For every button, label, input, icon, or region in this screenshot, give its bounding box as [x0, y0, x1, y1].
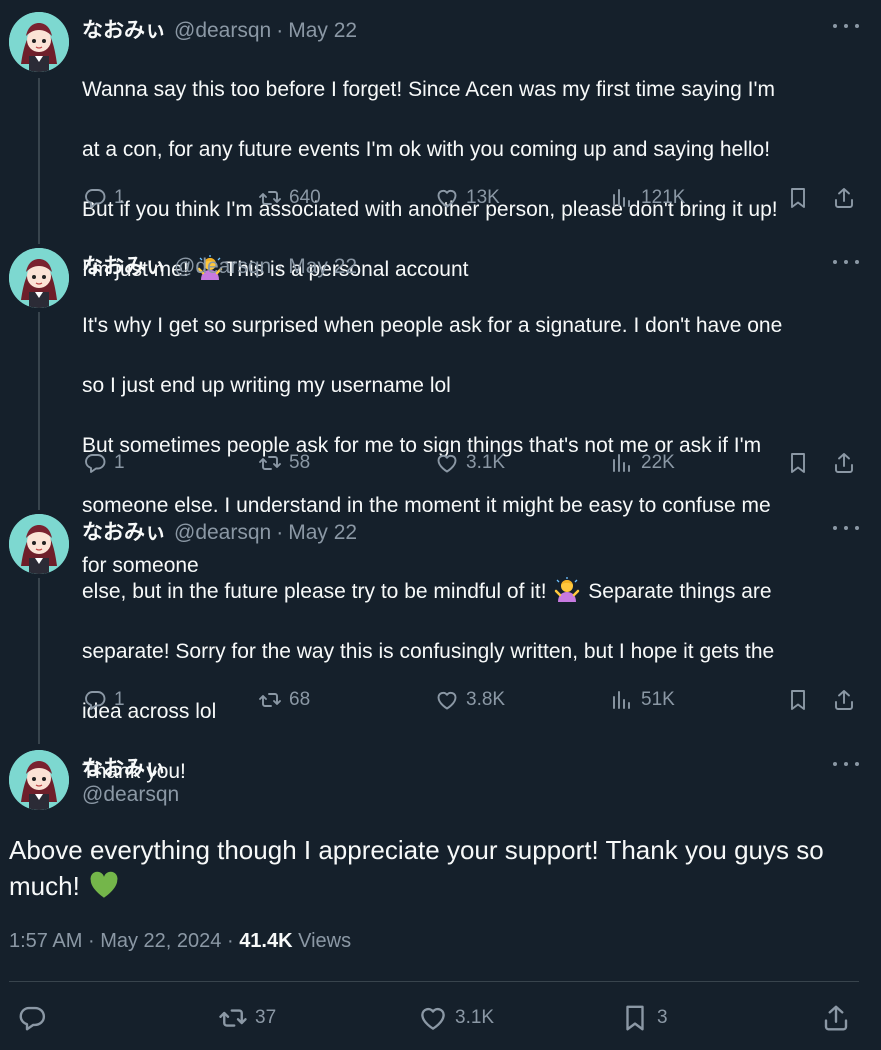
repost-icon — [258, 688, 282, 712]
bookmark-icon — [786, 451, 810, 475]
reply-icon — [17, 1003, 47, 1033]
share-button[interactable] — [821, 1000, 851, 1036]
handle[interactable]: @dearsqn — [174, 521, 271, 545]
tweet-date[interactable]: May 22 — [288, 521, 357, 545]
tweet-actions: 1 58 3.1K 22K — [80, 448, 860, 478]
bookmark-icon — [620, 1003, 650, 1033]
like-button[interactable]: 13K — [435, 183, 500, 213]
display-name[interactable]: なおみぃ — [82, 250, 166, 280]
views-icon — [610, 186, 634, 210]
tweet-actions: 1 68 3.8K 51K — [80, 685, 860, 715]
repost-button[interactable]: 68 — [258, 685, 310, 715]
like-icon — [418, 1003, 448, 1033]
like-button[interactable]: 3.8K — [435, 685, 505, 715]
avatar[interactable] — [9, 248, 69, 308]
avatar[interactable] — [9, 750, 69, 810]
share-icon — [832, 186, 856, 210]
share-button[interactable] — [832, 183, 856, 213]
like-icon — [435, 451, 459, 475]
display-name[interactable]: なおみぃ — [82, 752, 166, 782]
reply-icon — [83, 688, 107, 712]
share-button[interactable] — [832, 448, 856, 478]
tweet-full-date[interactable]: May 22, 2024 — [100, 930, 221, 952]
repost-icon — [258, 451, 282, 475]
bookmark-button[interactable] — [786, 448, 810, 478]
views-button[interactable]: 51K — [610, 685, 675, 715]
handle[interactable]: @dearsqn — [174, 19, 271, 43]
reply-button[interactable]: 1 — [83, 685, 125, 715]
more-icon[interactable] — [833, 754, 859, 774]
repost-button[interactable]: 37 — [218, 1000, 276, 1036]
reply-button[interactable]: 1 — [83, 448, 125, 478]
display-name[interactable]: なおみぃ — [82, 516, 166, 546]
tweet-header: なおみぃ @dearsqn · May 22 — [82, 516, 357, 545]
green-heart-emoji — [89, 870, 119, 900]
avatar[interactable] — [9, 12, 69, 72]
repost-icon — [218, 1003, 248, 1033]
thread-tweet[interactable]: なおみぃ @dearsqn · May 22 It's why I get so… — [0, 236, 881, 577]
thread-tweet[interactable]: なおみぃ @dearsqn · May 22 else, but in the … — [0, 502, 881, 783]
divider — [9, 981, 859, 982]
main-tweet-text: Above everything though I appreciate you… — [9, 835, 824, 901]
share-icon — [832, 688, 856, 712]
separator: · — [276, 255, 284, 278]
tweet-time[interactable]: 1:57 AM — [9, 930, 82, 952]
main-tweet-actions: 37 3.1K 3 — [0, 1000, 881, 1036]
repost-icon — [258, 186, 282, 210]
tweet-header: なおみぃ @dearsqn · May 22 — [82, 14, 357, 43]
views-icon — [610, 451, 634, 475]
tweet-date[interactable]: May 22 — [288, 255, 357, 279]
reply-button[interactable] — [17, 1000, 47, 1036]
reply-button[interactable]: 1 — [83, 183, 125, 213]
views-icon — [610, 688, 634, 712]
thread-tweet[interactable]: なおみぃ @dearsqn · May 22 Wanna say this to… — [0, 0, 881, 281]
handle[interactable]: @dearsqn — [174, 255, 271, 279]
views-button[interactable]: 22K — [610, 448, 675, 478]
tweet-text: else, but in the future please try to be… — [82, 547, 862, 817]
like-button[interactable]: 3.1K — [418, 1000, 494, 1036]
share-icon — [832, 451, 856, 475]
tweet-date[interactable]: May 22 — [288, 19, 357, 43]
tweet-actions: 1 640 13K 121K — [80, 183, 860, 213]
separator: · — [276, 521, 284, 544]
reply-icon — [83, 186, 107, 210]
avatar[interactable] — [9, 514, 69, 574]
bookmark-icon — [786, 688, 810, 712]
like-icon — [435, 688, 459, 712]
person-emoji — [554, 577, 580, 603]
handle[interactable]: @dearsqn — [82, 783, 179, 807]
bookmark-button[interactable] — [786, 183, 810, 213]
like-button[interactable]: 3.1K — [435, 448, 505, 478]
views-button[interactable]: 121K — [610, 183, 685, 213]
repost-button[interactable]: 58 — [258, 448, 310, 478]
share-button[interactable] — [832, 685, 856, 715]
bookmark-button[interactable]: 3 — [620, 1000, 668, 1036]
reply-icon — [83, 451, 107, 475]
separator: · — [276, 19, 284, 42]
more-icon[interactable] — [833, 518, 859, 538]
views-count: 41.4K — [239, 930, 293, 952]
bookmark-button[interactable] — [786, 685, 810, 715]
tweet-meta: 1:57 AM · May 22, 2024 · 41.4K Views — [9, 930, 352, 952]
more-icon[interactable] — [833, 252, 859, 272]
share-icon — [821, 1003, 851, 1033]
bookmark-icon — [786, 186, 810, 210]
display-name[interactable]: なおみぃ — [82, 14, 166, 44]
more-icon[interactable] — [833, 16, 859, 36]
tweet-header: なおみぃ @dearsqn · May 22 — [82, 250, 357, 279]
like-icon — [435, 186, 459, 210]
repost-button[interactable]: 640 — [258, 183, 321, 213]
views-label: Views — [298, 930, 352, 952]
